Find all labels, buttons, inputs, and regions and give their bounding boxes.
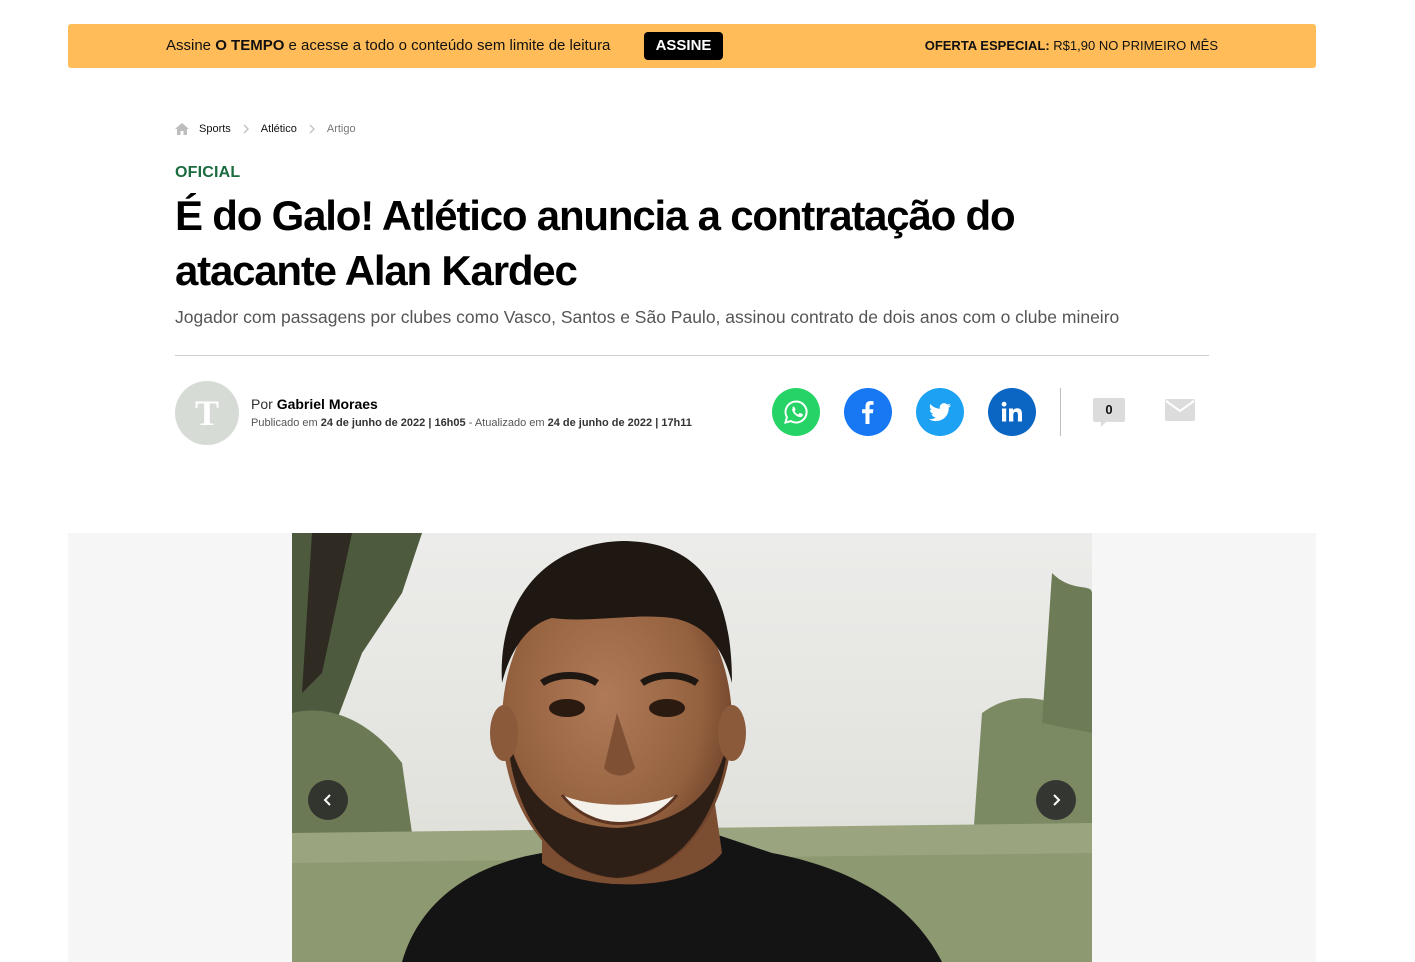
promo-tail: e acesse a todo o conteúdo sem limite de… — [288, 37, 611, 54]
player-photo-illustration — [292, 533, 1092, 962]
chevron-right-icon — [309, 124, 315, 134]
gallery-next-button[interactable] — [1036, 780, 1076, 820]
offer-value: R$1,90 NO PRIMEIRO MÊS — [1053, 38, 1218, 53]
facebook-icon — [862, 401, 874, 424]
author-avatar: T — [175, 381, 239, 445]
article-photo[interactable] — [292, 533, 1092, 962]
comment-count: 0 — [1105, 402, 1113, 417]
comments-button[interactable]: 0 — [1093, 398, 1125, 428]
photo-gallery — [68, 533, 1316, 962]
mail-icon[interactable] — [1164, 396, 1196, 424]
whatsapp-icon — [784, 400, 808, 424]
chevron-right-icon — [1053, 794, 1061, 806]
breadcrumb-atletico[interactable]: Atlético — [261, 123, 297, 135]
chevron-right-icon — [243, 124, 249, 134]
published-date: 24 de junho de 2022 | 16h05 — [320, 417, 466, 429]
subscription-banner: Assine O TEMPO e acesse a todo o conteúd… — [68, 24, 1316, 68]
subscribe-button[interactable]: ASSINE — [644, 32, 723, 60]
comment-bubble-tail — [1101, 421, 1107, 427]
byline-prefix: Por — [251, 396, 273, 412]
special-offer: OFERTA ESPECIAL: R$1,90 NO PRIMEIRO MÊS — [925, 38, 1218, 53]
updated-prefix: - Atualizado em — [468, 417, 545, 429]
breadcrumb-sports[interactable]: Sports — [199, 123, 231, 135]
gallery-prev-button[interactable] — [308, 780, 348, 820]
byline: Por Gabriel Moraes — [251, 396, 378, 412]
offer-label: OFERTA ESPECIAL: — [924, 38, 1050, 53]
article-kicker: OFICIAL — [175, 164, 241, 181]
article-subtitle: Jogador com passagens por clubes como Va… — [175, 307, 1120, 327]
twitter-icon — [929, 403, 951, 422]
share-whatsapp-button[interactable] — [772, 388, 820, 436]
share-divider — [1060, 388, 1061, 436]
promo-lead: Assine — [166, 37, 212, 54]
linkedin-icon — [1001, 401, 1022, 422]
publish-dates: Publicado em 24 de junho de 2022 | 16h05… — [251, 417, 692, 429]
article-headline: É do Galo! Atlético anuncia a contrataçã… — [175, 192, 1016, 294]
share-twitter-button[interactable] — [916, 388, 964, 436]
share-facebook-button[interactable] — [844, 388, 892, 436]
chevron-left-icon — [323, 794, 331, 806]
updated-date: 24 de junho de 2022 | 17h11 — [547, 417, 692, 429]
divider — [175, 355, 1209, 356]
breadcrumb-artigo: Artigo — [326, 123, 356, 135]
published-prefix: Publicado em — [251, 417, 318, 429]
home-icon[interactable] — [175, 123, 189, 135]
subscription-banner-text: Assine O TEMPO e acesse a todo o conteúd… — [166, 37, 610, 54]
share-linkedin-button[interactable] — [988, 388, 1036, 436]
promo-brand: O TEMPO — [215, 37, 285, 54]
breadcrumb: Sports Atlético Artigo — [175, 121, 356, 137]
author-name[interactable]: Gabriel Moraes — [277, 396, 378, 412]
